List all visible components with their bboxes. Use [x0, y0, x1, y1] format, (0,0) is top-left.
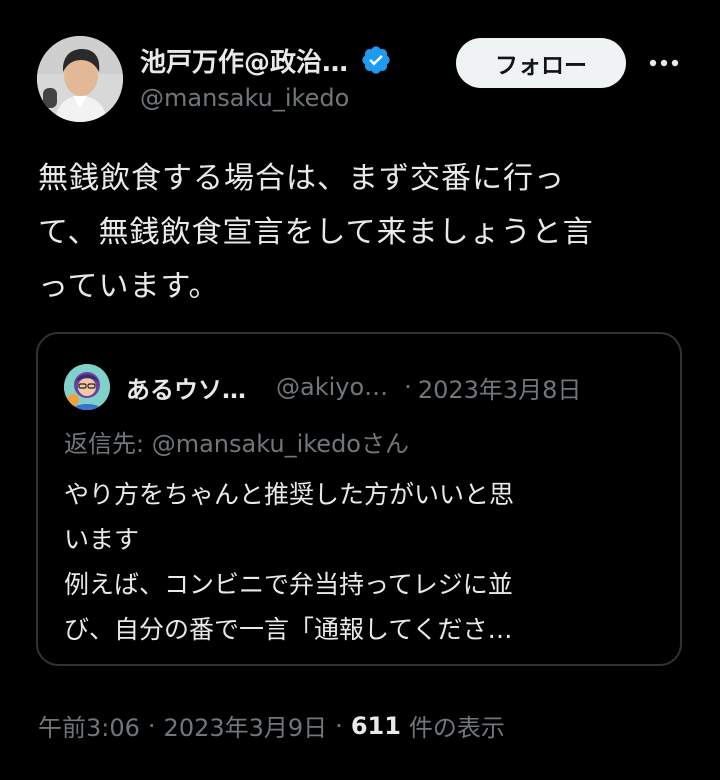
quoted-tweet-text: やり方をちゃんと推奨した方がいいと思 います 例えば、コンビニで弁当持ってレジに…: [64, 480, 515, 644]
follow-button[interactable]: フォロー: [456, 38, 626, 88]
quoted-author-name[interactable]: あるウソ…: [126, 370, 246, 405]
more-dots-icon: [649, 59, 679, 67]
views-count: 611: [350, 711, 401, 740]
quoted-tweet-card[interactable]: あるウソ… @akiyo… · 2023年3月8日 返信先: @mansaku_…: [36, 332, 682, 666]
tweet-time[interactable]: 午前3:06: [38, 708, 140, 743]
meta-separator: ·: [335, 711, 343, 740]
author-avatar[interactable]: [37, 36, 123, 122]
quoted-reply-to: 返信先: @mansaku_ikedoさん: [64, 430, 409, 458]
author-name-row: 池戸万作@政治…: [140, 40, 392, 80]
author-avatar-image: [37, 36, 123, 122]
tweet-date[interactable]: 2023年3月9日: [164, 708, 328, 743]
tweet-text: 無銭飲食する場合は、まず交番に行っ て、無銭飲食宣言をして来ましょうと言 ってい…: [38, 161, 594, 304]
verified-badge-icon[interactable]: [360, 44, 392, 76]
meta-separator: ·: [147, 711, 156, 740]
quoted-avatar-image: [64, 364, 110, 410]
quoted-tweet-header: あるウソ… @akiyo… · 2023年3月8日: [126, 364, 581, 410]
more-options-button[interactable]: [644, 48, 684, 78]
author-handle[interactable]: @mansaku_ikedo: [140, 84, 349, 112]
quoted-separator: ·: [404, 373, 412, 401]
quoted-author-handle[interactable]: @akiyo…: [276, 373, 388, 401]
views-label: 件の表示: [408, 714, 505, 742]
tweet-meta: 午前3:06 · 2023年3月9日 · 611 件の表示: [38, 708, 505, 743]
author-display-name[interactable]: 池戸万作@政治…: [140, 42, 348, 79]
quoted-author-avatar[interactable]: [64, 364, 110, 410]
quoted-date[interactable]: 2023年3月8日: [418, 370, 582, 405]
